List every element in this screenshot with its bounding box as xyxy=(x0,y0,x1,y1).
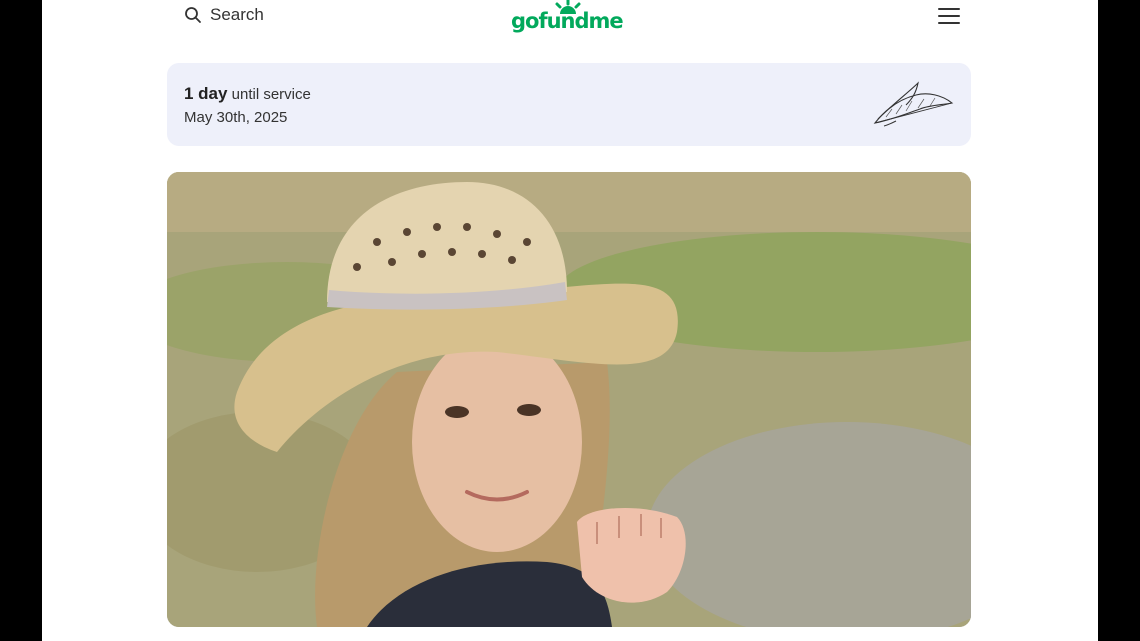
header: Search gofundme xyxy=(42,0,1098,44)
page: Search gofundme 1 day until service May … xyxy=(42,0,1098,641)
service-countdown: 1 day until service xyxy=(184,84,311,104)
service-days: 1 day xyxy=(184,84,228,103)
campaign-photo xyxy=(167,172,971,627)
menu-line-icon xyxy=(938,8,960,10)
search-icon xyxy=(184,6,202,24)
menu-line-icon xyxy=(938,15,960,17)
service-suffix: until service xyxy=(227,86,311,103)
logo-text: gofundme xyxy=(511,9,624,33)
gofundme-logo[interactable]: gofundme xyxy=(510,0,630,40)
feather-icon xyxy=(873,81,954,127)
hamburger-menu-button[interactable] xyxy=(938,8,960,26)
campaign-photo-image xyxy=(167,172,971,627)
service-date: May 30th, 2025 xyxy=(184,109,288,126)
menu-line-icon xyxy=(938,22,960,24)
service-countdown-card: 1 day until service May 30th, 2025 xyxy=(167,63,971,146)
search-label: Search xyxy=(210,5,264,24)
search-button[interactable]: Search xyxy=(184,5,264,25)
